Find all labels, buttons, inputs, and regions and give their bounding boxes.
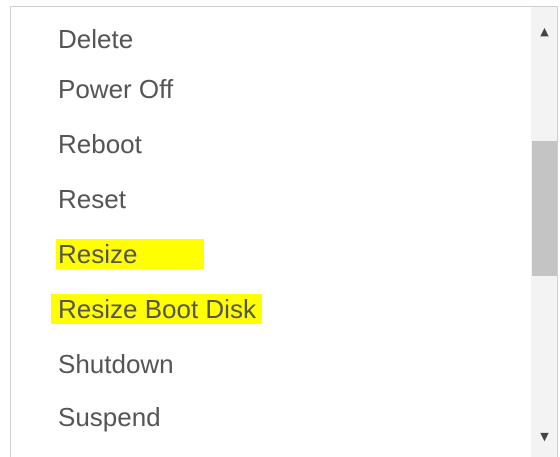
menu-item-label: Reboot — [58, 129, 142, 159]
scroll-up-arrow-icon[interactable]: ▲ — [531, 21, 557, 41]
menu-item-delete[interactable]: Delete — [58, 19, 133, 59]
menu-item-label: Resize Boot Disk — [51, 294, 262, 324]
menu-item-label: Power Off — [58, 74, 174, 104]
menu-item-label: Delete — [58, 24, 134, 54]
menu-item-shutdown[interactable]: Shutdown — [58, 344, 174, 384]
menu-item-label: Reset — [58, 184, 126, 214]
menu-item-label: Shutdown — [58, 349, 174, 379]
menu-item-label: Suspend — [58, 402, 161, 432]
menu-item-reboot[interactable]: Reboot — [58, 124, 142, 164]
actions-dropdown-list: Delete Power Off Reboot Reset Resize Res… — [10, 6, 558, 457]
menu-item-reset[interactable]: Reset — [58, 179, 126, 219]
menu-item-label: Resize — [56, 239, 204, 269]
menu-item-power-off[interactable]: Power Off — [58, 69, 173, 109]
menu-item-suspend[interactable]: Suspend — [58, 397, 161, 437]
scroll-down-arrow-icon[interactable]: ▼ — [531, 426, 557, 446]
menu-list: Delete Power Off Reboot Reset Resize Res… — [11, 7, 531, 457]
scrollbar-thumb[interactable] — [532, 141, 557, 276]
menu-item-resize[interactable]: Resize — [56, 234, 204, 274]
vertical-scrollbar[interactable]: ▲ ▼ — [531, 7, 557, 457]
menu-item-resize-boot-disk[interactable]: Resize Boot Disk — [51, 289, 262, 329]
